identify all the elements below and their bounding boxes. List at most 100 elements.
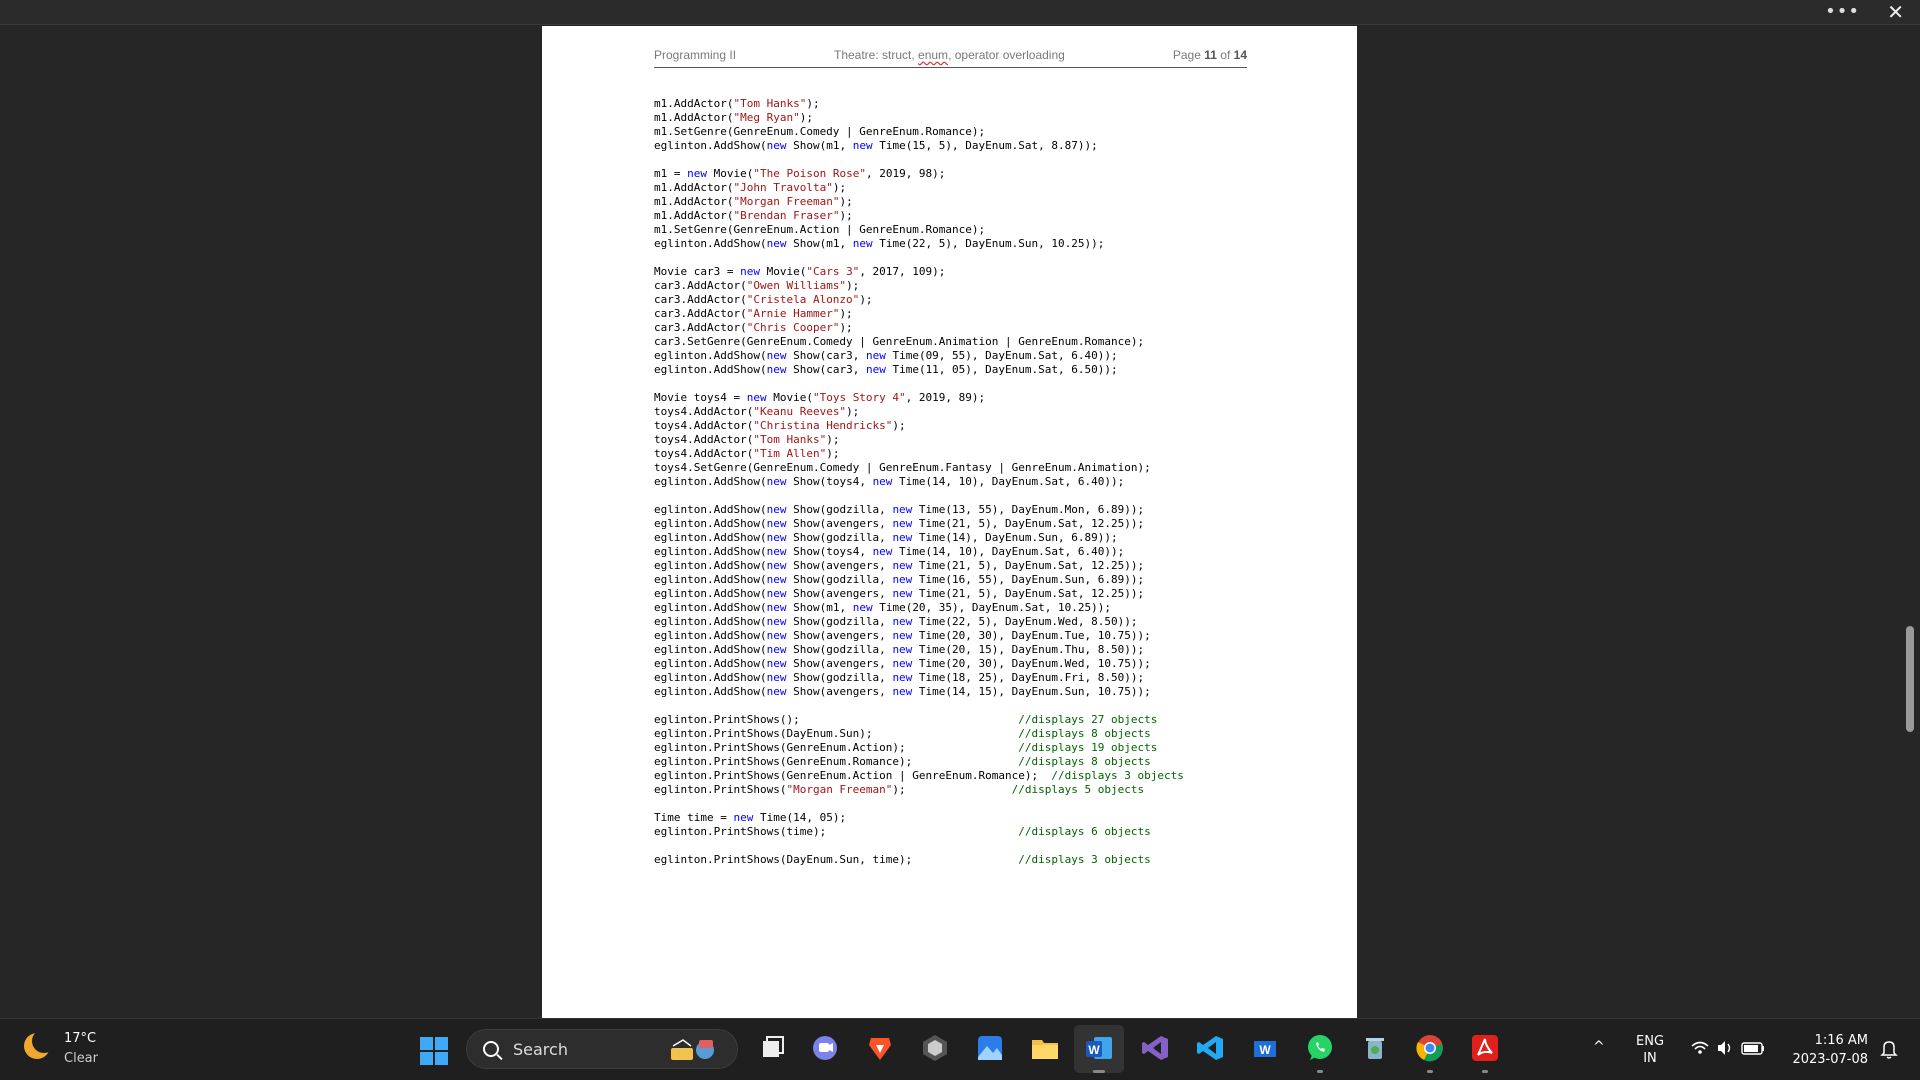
- code-line: eglinton.AddShow(new Show(godzilla, new …: [654, 531, 1274, 545]
- code-token: eglinton.PrintShows(GenreEnum.Action);: [654, 741, 1019, 754]
- recycle-icon[interactable]: [1360, 1033, 1390, 1063]
- chrome-icon[interactable]: [1415, 1033, 1445, 1073]
- code-line: eglinton.AddShow(new Show(godzilla, new …: [654, 573, 1274, 587]
- code-token: m1.AddActor(: [654, 97, 734, 110]
- code-line: toys4.AddActor("Tom Hanks");: [654, 433, 1274, 447]
- search-box[interactable]: Search: [466, 1029, 738, 1069]
- code-token: "Meg Ryan": [733, 111, 800, 124]
- code-line: eglinton.AddShow(new Show(avengers, new …: [654, 559, 1274, 573]
- photos-icon[interactable]: [975, 1033, 1005, 1063]
- code-line: eglinton.AddShow(new Show(godzilla, new …: [654, 615, 1274, 629]
- code-token: car3.AddActor(: [654, 293, 747, 306]
- obsidian-icon[interactable]: [920, 1033, 950, 1063]
- code-token: eglinton.AddShow(: [654, 349, 767, 362]
- code-line: car3.AddActor("Arnie Hammer");: [654, 307, 1274, 321]
- code-line: eglinton.PrintShows(DayEnum.Sun, time); …: [654, 853, 1274, 867]
- show-hidden-icons-button[interactable]: ^: [1593, 1039, 1605, 1055]
- code-line: toys4.SetGenre(GenreEnum.Comedy | GenreE…: [654, 461, 1274, 475]
- svg-text:W: W: [1259, 1043, 1271, 1057]
- code-token: eglinton.AddShow(: [654, 363, 767, 376]
- code-token: );: [839, 209, 853, 222]
- code-token: "The Poison Rose": [753, 167, 866, 180]
- document-page: Programming II Theatre: struct, enum, op…: [542, 26, 1357, 1018]
- acrobat-icon[interactable]: [1470, 1033, 1500, 1073]
- code-token: new: [766, 601, 787, 614]
- code-token: new: [865, 363, 886, 376]
- code-token: Show(car3,: [786, 363, 866, 376]
- visual-studio-icon[interactable]: [1140, 1033, 1170, 1063]
- document-viewer[interactable]: Programming II Theatre: struct, enum, op…: [0, 26, 1920, 1018]
- file-explorer-icon[interactable]: [1030, 1033, 1060, 1063]
- code-line: eglinton.AddShow(new Show(m1, new Time(2…: [654, 601, 1274, 615]
- code-token: new: [766, 629, 787, 642]
- code-token: Show(godzilla,: [786, 671, 893, 684]
- code-token: "Chris Cooper": [746, 321, 840, 334]
- code-line: toys4.AddActor("Keanu Reeves");: [654, 405, 1274, 419]
- code-token: "Toys Story 4": [812, 391, 906, 404]
- code-listing: m1.AddActor("Tom Hanks"); m1.AddActor("Me…: [654, 97, 1274, 867]
- code-token: Movie(: [766, 391, 813, 404]
- code-token: new: [733, 811, 754, 824]
- code-line: toys4.AddActor("Tim Allen");: [654, 447, 1274, 461]
- teams-chat-icon[interactable]: [810, 1033, 840, 1063]
- whatsapp-icon[interactable]: [1305, 1033, 1335, 1073]
- windows-start-icon[interactable]: [420, 1037, 448, 1065]
- code-token: Show(m1,: [786, 601, 853, 614]
- code-token: Time(21, 5), DayEnum.Sat, 12.25));: [912, 587, 1145, 600]
- code-token: );: [892, 419, 906, 432]
- code-token: "Brendan Fraser": [733, 209, 840, 222]
- code-token: "Morgan Freeman": [733, 195, 840, 208]
- code-token: new: [892, 685, 913, 698]
- code-token: "Cristela Alonzo": [746, 293, 860, 306]
- code-token: toys4.AddActor(: [654, 405, 754, 418]
- course-title: Programming II: [654, 48, 737, 62]
- vscode-icon[interactable]: [1195, 1033, 1225, 1063]
- code-token: Time(11, 05), DayEnum.Sat, 6.50));: [885, 363, 1118, 376]
- code-token: );: [826, 447, 840, 460]
- code-token: m1 =: [654, 167, 688, 180]
- word-icon[interactable]: W: [1084, 1033, 1114, 1073]
- code-token: //displays 6 objects: [1018, 825, 1151, 838]
- code-token: Show(m1,: [786, 139, 853, 152]
- task-view-icon[interactable]: [757, 1033, 787, 1063]
- code-token: "Tim Allen": [753, 447, 827, 460]
- code-token: new: [766, 517, 787, 530]
- code-token: "Tom Hanks": [753, 433, 827, 446]
- code-token: eglinton.PrintShows();: [654, 713, 1019, 726]
- code-token: Movie(: [759, 265, 807, 278]
- code-token: Time(14, 05);: [753, 811, 847, 824]
- document-title: Theatre: struct, enum, operator overload…: [834, 48, 1065, 62]
- notification-bell-icon[interactable]: [1880, 1039, 1898, 1063]
- code-line: eglinton.AddShow(new Show(m1, new Time(2…: [654, 237, 1274, 251]
- word-blue-icon[interactable]: W: [1250, 1033, 1280, 1063]
- code-token: , 2019, 89);: [905, 391, 986, 404]
- code-token: //displays 19 objects: [1018, 741, 1158, 754]
- code-token: new: [872, 475, 893, 488]
- code-token: new: [892, 615, 913, 628]
- code-token: new: [766, 545, 787, 558]
- close-button[interactable]: ✕: [1887, 0, 1904, 24]
- code-token: new: [766, 671, 787, 684]
- language-indicator[interactable]: ENG IN: [1636, 1033, 1664, 1067]
- code-token: new: [892, 517, 913, 530]
- code-line: car3.AddActor("Cristela Alonzo");: [654, 293, 1274, 307]
- code-line: eglinton.PrintShows(GenreEnum.Romance); …: [654, 755, 1274, 769]
- vertical-scrollbar[interactable]: [1906, 626, 1914, 732]
- system-tray[interactable]: [1690, 1039, 1770, 1061]
- code-token: new: [766, 587, 787, 600]
- code-token: //displays 27 objects: [1018, 713, 1158, 726]
- volume-icon: [1718, 1041, 1731, 1055]
- brave-icon[interactable]: [865, 1033, 895, 1063]
- code-token: Show(avengers,: [786, 629, 893, 642]
- clock-time: 1:16 AM: [1814, 1033, 1868, 1048]
- code-token: eglinton.AddShow(: [654, 475, 767, 488]
- code-token: new: [766, 531, 787, 544]
- code-token: Show(toys4,: [786, 475, 873, 488]
- clock[interactable]: 1:16 AM 2023-07-08: [1780, 1031, 1868, 1069]
- more-options-button[interactable]: •••: [1825, 1, 1860, 22]
- code-token: new: [766, 685, 787, 698]
- code-token: Show(car3,: [786, 349, 866, 362]
- code-token: new: [766, 559, 787, 572]
- svg-text:W: W: [1088, 1043, 1100, 1057]
